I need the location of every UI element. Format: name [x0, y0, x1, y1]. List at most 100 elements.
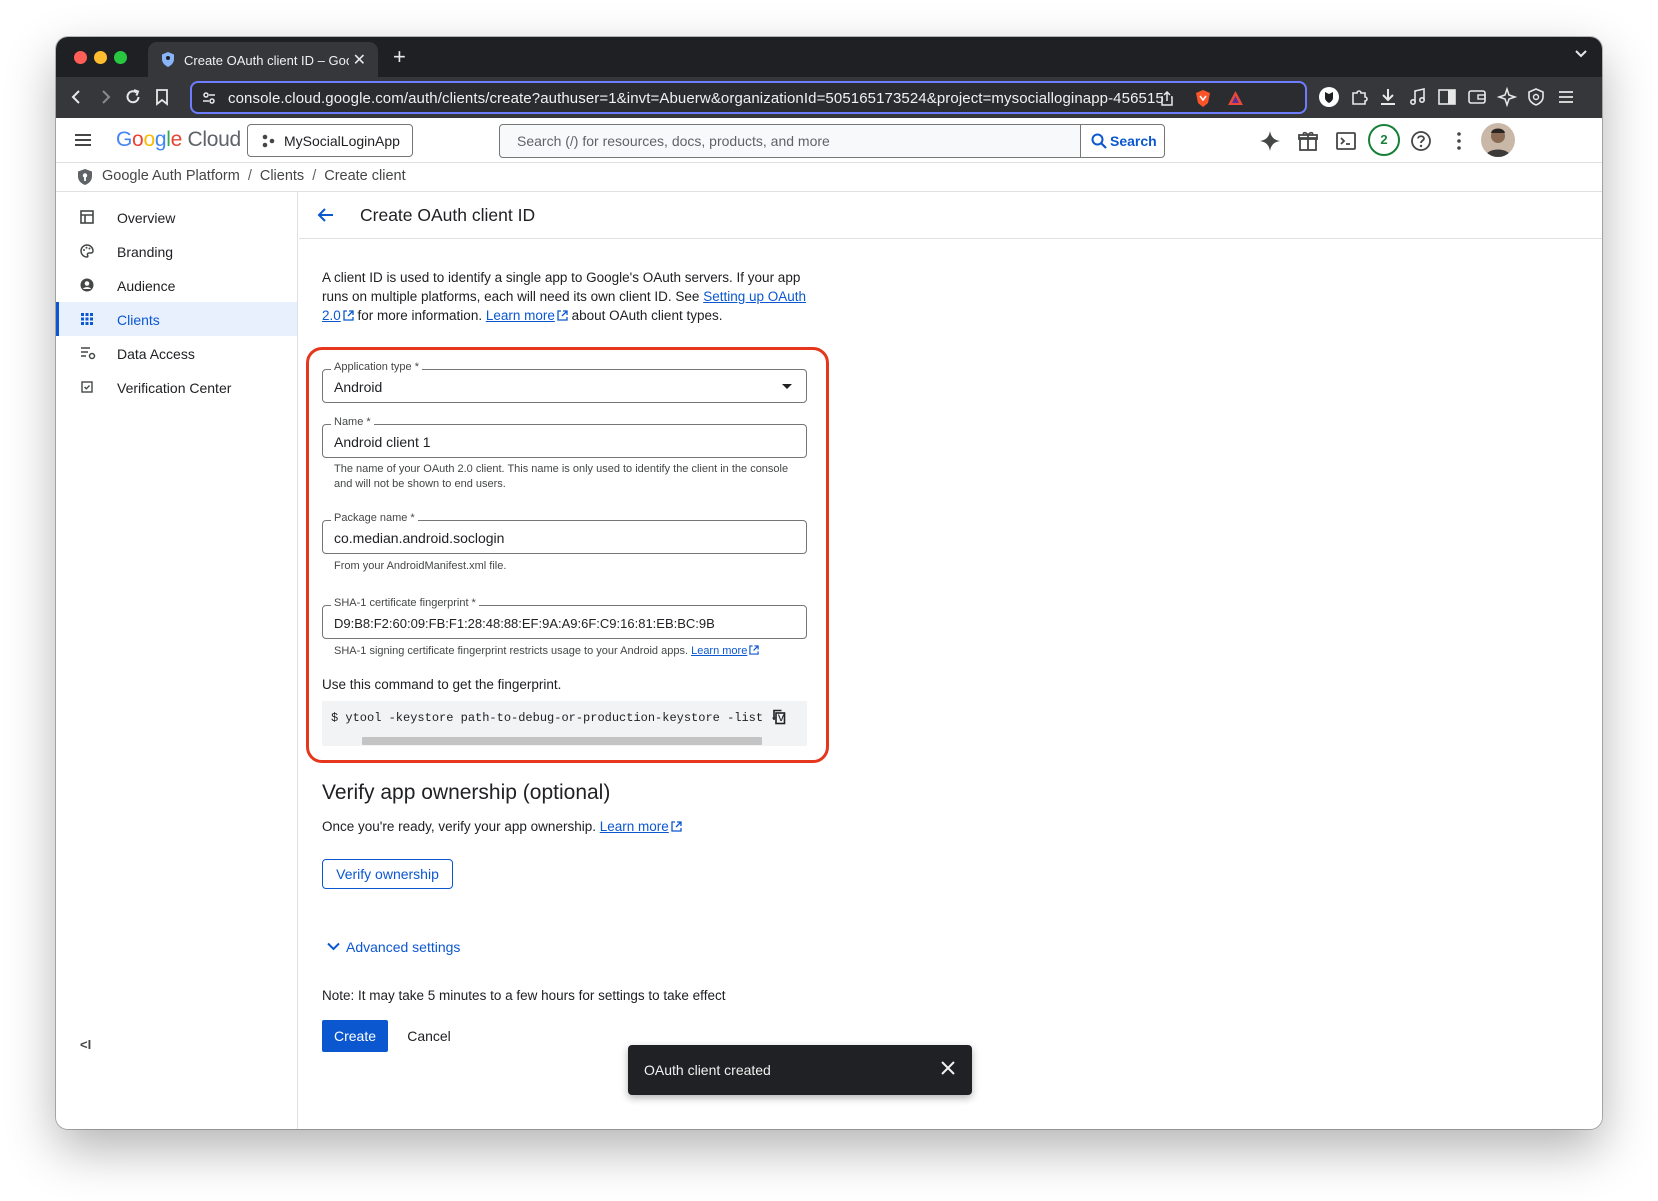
project-icon: [262, 134, 275, 148]
sidebar-item-overview[interactable]: Overview: [56, 200, 297, 234]
gemini-sparkle-icon[interactable]: [1259, 130, 1281, 152]
browser-toolbar: console.cloud.google.com/auth/clients/cr…: [56, 77, 1602, 118]
cloud-shell-icon[interactable]: [1335, 130, 1357, 152]
main-content: Create OAuth client ID A client ID is us…: [299, 192, 1602, 1129]
new-tab-icon[interactable]: +: [393, 44, 406, 70]
name-field[interactable]: Name * Android client 1: [322, 416, 807, 458]
sidebar-item-verification-center[interactable]: Verification Center: [56, 370, 297, 404]
intro-text: A client ID is used to identify a single…: [322, 268, 812, 325]
sidebar-toggle-icon[interactable]: [1437, 87, 1457, 107]
site-info-icon[interactable]: [202, 91, 216, 105]
sidebar-item-label: Data Access: [117, 346, 195, 362]
close-icon[interactable]: [940, 1060, 956, 1076]
tab-close-icon[interactable]: ✕: [353, 50, 366, 70]
browser-tab[interactable]: Create OAuth client ID – Google Cloud ✕: [148, 42, 378, 77]
search-icon: [1091, 133, 1107, 149]
wallet-icon[interactable]: [1467, 87, 1487, 107]
verify-learn-more-link[interactable]: Learn more: [600, 819, 669, 834]
auth-platform-shield-icon: [78, 169, 92, 185]
music-icon[interactable]: [1408, 87, 1428, 107]
external-link-icon: [343, 310, 354, 321]
gift-icon[interactable]: [1297, 130, 1319, 152]
sidebar-item-clients[interactable]: Clients: [56, 302, 297, 336]
search-input[interactable]: [501, 126, 1081, 156]
verify-heading: Verify app ownership (optional): [322, 781, 611, 804]
person-icon: [80, 278, 94, 292]
extensions-icon[interactable]: [1349, 87, 1369, 107]
sidebar-item-label: Overview: [117, 210, 176, 226]
breadcrumb-auth-platform[interactable]: Google Auth Platform: [102, 168, 240, 184]
command-label: Use this command to get the fingerprint.: [322, 677, 562, 692]
checkbox-icon: [81, 381, 93, 393]
share-icon[interactable]: [1160, 91, 1174, 106]
sidebar-item-label: Audience: [117, 278, 176, 294]
name-helper-text: The name of your OAuth 2.0 client. This …: [334, 463, 789, 490]
notifications-badge[interactable]: 2: [1368, 124, 1400, 156]
minimize-window-button[interactable]: [94, 51, 107, 64]
field-label: Application type *: [331, 361, 422, 373]
hamburger-menu-icon[interactable]: [73, 130, 93, 150]
copy-icon[interactable]: [772, 709, 786, 725]
close-window-button[interactable]: [74, 51, 87, 64]
back-icon[interactable]: [68, 88, 86, 106]
brave-rewards-icon[interactable]: [1227, 90, 1244, 106]
sidebar-item-branding[interactable]: Branding: [56, 234, 297, 268]
field-label: Package name *: [331, 512, 418, 524]
url-text: console.cloud.google.com/auth/clients/cr…: [228, 90, 1164, 107]
account-avatar[interactable]: [1481, 123, 1515, 157]
bookmark-icon[interactable]: [153, 88, 171, 106]
search-bar: Search: [499, 124, 1165, 158]
sidebar-item-audience[interactable]: Audience: [56, 268, 297, 302]
project-picker-button[interactable]: MySocialLoginApp: [247, 124, 413, 157]
external-link-icon: [557, 310, 568, 321]
verify-text: Once you're ready, verify your app owner…: [322, 819, 682, 834]
chevron-down-icon: [327, 942, 340, 951]
create-button[interactable]: Create: [322, 1020, 388, 1052]
sha1-learn-more-link[interactable]: Learn more: [691, 645, 747, 657]
sha1-helper-part: SHA-1 signing certificate fingerprint re…: [334, 645, 692, 657]
package-helper-text: From your AndroidManifest.xml file.: [334, 560, 507, 572]
download-icon[interactable]: [1378, 87, 1398, 107]
sidebar-item-data-access[interactable]: Data Access: [56, 336, 297, 370]
toast-message: OAuth client created: [644, 1062, 771, 1078]
sidebar-item-label: Clients: [117, 312, 160, 328]
verify-ownership-button[interactable]: Verify ownership: [322, 859, 453, 889]
breadcrumb: Google Auth Platform / Clients / Create clie…: [56, 163, 1602, 192]
search-button-label: Search: [1110, 133, 1157, 149]
intro-text-part: about OAuth client types.: [567, 308, 723, 323]
horizontal-scrollbar[interactable]: [362, 737, 762, 745]
shield-favicon-icon: [162, 52, 174, 67]
help-icon[interactable]: [1410, 130, 1432, 152]
cancel-button[interactable]: Cancel: [396, 1020, 462, 1052]
field-value: co.median.android.soclogin: [334, 530, 505, 546]
snackbar-toast: OAuth client created: [628, 1045, 972, 1095]
google-cloud-logo[interactable]: Google Cloud: [116, 128, 241, 152]
sha1-helper-text: SHA-1 signing certificate fingerprint re…: [334, 644, 794, 659]
learn-more-link[interactable]: Learn more: [486, 308, 555, 323]
console-header: Google Cloud MySocialLoginApp Search 2: [56, 118, 1602, 163]
vpn-shield-icon[interactable]: [1526, 87, 1546, 107]
more-vert-icon[interactable]: [1448, 130, 1470, 152]
back-arrow-icon[interactable]: [317, 206, 335, 224]
project-name: MySocialLoginApp: [284, 133, 400, 149]
advanced-settings-label: Advanced settings: [346, 939, 461, 955]
package-name-field[interactable]: Package name * co.median.android.soclogi…: [322, 512, 807, 554]
brave-shield-icon[interactable]: [1195, 89, 1211, 108]
sha1-fingerprint-field[interactable]: SHA-1 certificate fingerprint * D9:B8:F2…: [322, 597, 807, 639]
extension-shield-icon[interactable]: [1319, 87, 1339, 107]
palette-icon: [80, 244, 94, 258]
application-type-select[interactable]: Application type * Android: [322, 361, 807, 403]
reload-icon[interactable]: [124, 88, 142, 106]
command-text: $ ytool -keystore path-to-debug-or-produ…: [331, 711, 785, 725]
maximize-window-button[interactable]: [114, 51, 127, 64]
chevron-down-icon[interactable]: [1574, 47, 1588, 61]
address-bar[interactable]: console.cloud.google.com/auth/clients/cr…: [190, 81, 1307, 114]
collapse-sidebar-button[interactable]: <I: [80, 1037, 91, 1052]
browser-menu-icon[interactable]: [1556, 87, 1576, 107]
forward-icon[interactable]: [96, 88, 114, 106]
field-label: SHA-1 certificate fingerprint *: [331, 597, 479, 609]
breadcrumb-clients[interactable]: Clients: [260, 168, 304, 184]
grid-icon: [81, 313, 93, 325]
leo-ai-icon[interactable]: [1497, 87, 1517, 107]
search-button[interactable]: Search: [1080, 125, 1164, 157]
